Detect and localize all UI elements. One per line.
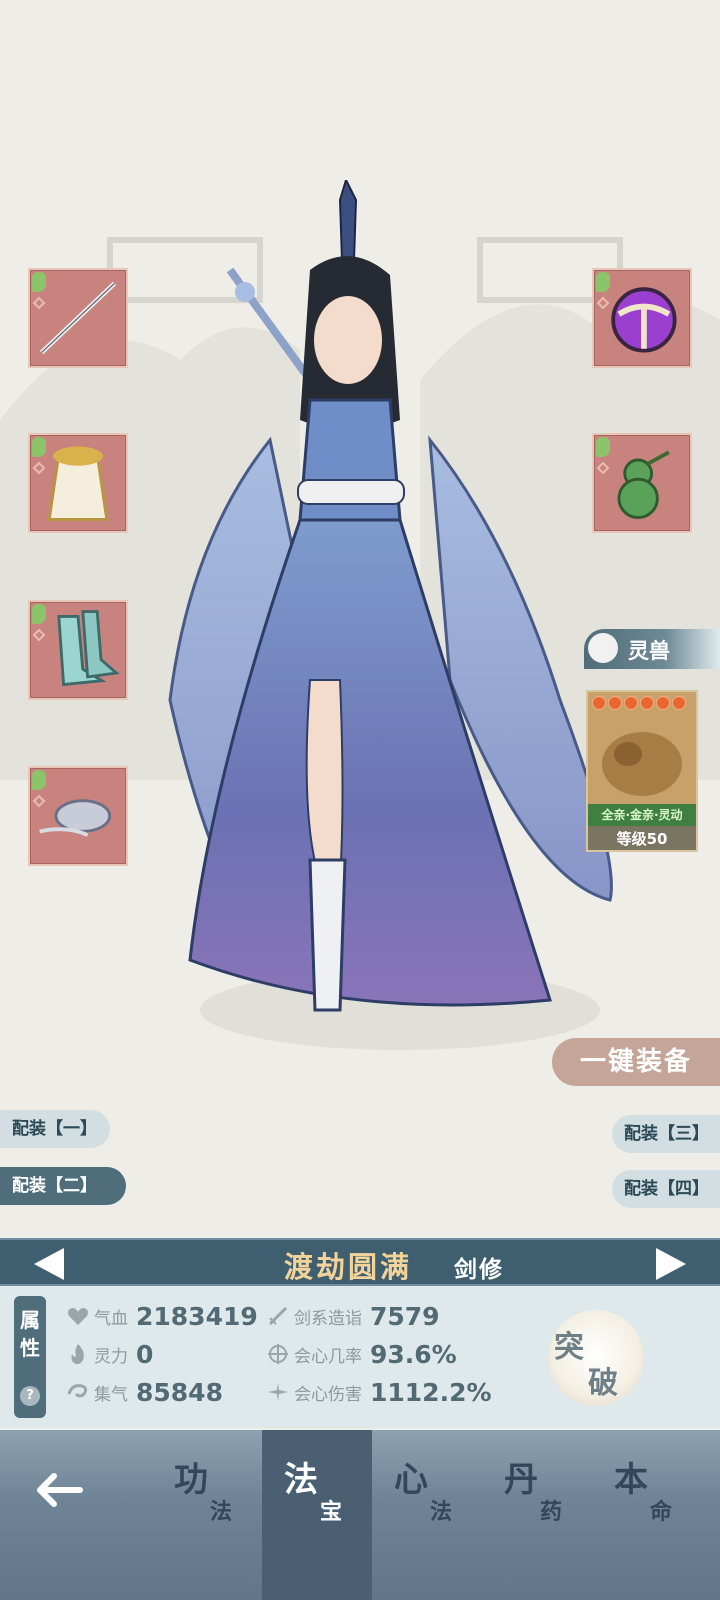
stat-hp-value: 2183419 [136,1301,258,1331]
sword-stat-icon [268,1306,288,1326]
nav-tab-pills[interactable]: 丹 药 [482,1430,592,1600]
pet-tab-label: 灵兽 [628,639,670,663]
nav-tab-small-char: 法 [210,1500,233,1525]
equip-slot-accessory[interactable] [28,766,128,866]
equip-slot-gourd[interactable] [592,433,692,533]
stat-sword-mastery-value: 7579 [370,1301,440,1331]
nav-tab-big-char: 心 [394,1460,428,1500]
stat-hp: 气血 2183419 [66,1298,258,1334]
nav-tab-big-char: 本 [614,1460,648,1500]
pet-beast-icon [588,633,618,663]
next-arrow-icon[interactable] [656,1248,686,1280]
stat-sword-mastery: 剑系造诣 7579 [266,1298,440,1334]
stat-crit-rate-value: 93.6% [370,1339,457,1369]
nav-tab-small-char: 药 [540,1500,563,1525]
nav-tab-small-char: 宝 [320,1500,343,1525]
equip-slot-weapon[interactable] [28,268,128,368]
pet-star-rating [592,696,686,710]
ornament-icon [39,799,112,837]
prev-arrow-icon[interactable] [34,1248,64,1280]
heart-icon [68,1308,88,1325]
stat-crit-rate: 会心几率 93.6% [266,1336,457,1372]
stat-gather-qi-name: 集气 [94,1384,128,1405]
nav-tab-life[interactable]: 本 命 [592,1430,702,1600]
swirl-icon [67,1384,88,1398]
attributes-tab-label: 属性 [18,1306,42,1362]
stat-crit-rate-name: 会心几率 [294,1346,362,1367]
nav-tab-small-char: 法 [430,1500,453,1525]
realm-title: 渡劫圆满 [284,1250,413,1284]
help-icon[interactable]: ? [20,1386,40,1406]
pet-tab[interactable]: 灵兽 [584,629,720,669]
purple-orb-icon [611,287,677,353]
realm-bar: 渡劫圆满 剑修 [0,1238,720,1286]
attributes-tab[interactable]: 属性 ? [14,1296,46,1418]
nav-tab-skills[interactable]: 功 法 [152,1430,262,1600]
stat-spirit-power-name: 灵力 [94,1346,128,1367]
breakthrough-char-2: 破 [588,1366,618,1401]
sword-icon [39,281,117,355]
equip-all-button[interactable]: 一键装备 [552,1038,720,1086]
star-icon [656,696,670,710]
attributes-tab-char-1: 属 [20,1308,40,1332]
stat-crit-damage-value: 1112.2% [370,1377,492,1407]
star-icon [608,696,622,710]
nav-tab-big-char: 丹 [504,1460,538,1500]
equip-slot-treasure[interactable] [592,268,692,368]
nav-tab-big-char: 功 [174,1460,208,1500]
star-icon [672,696,686,710]
robe-icon [47,446,109,521]
stat-gather-qi: 集气 85848 [66,1374,223,1410]
attributes-panel: 属性 ? 气血 2183419 灵力 0 集气 85848 剑系造诣 7579 … [0,1286,720,1428]
back-arrow-icon[interactable] [28,1460,88,1520]
stat-hp-name: 气血 [94,1308,128,1329]
character-figure [168,180,613,1012]
pet-card[interactable]: 全亲·金亲·灵动 等级50 [586,690,698,852]
target-icon [268,1344,288,1364]
loadout-three-button[interactable]: 配装【三】 [612,1115,720,1153]
bottom-nav: 功 法 法 宝 心 法 丹 药 本 命 [0,1430,720,1600]
nav-tab-big-char: 法 [284,1460,318,1500]
pet-portrait [602,732,682,796]
pet-level: 等级50 [588,826,696,850]
pet-traits: 全亲·金亲·灵动 [588,804,696,826]
loadout-four-button[interactable]: 配装【四】 [612,1170,720,1208]
boots-icon [57,610,120,687]
realm-class: 剑修 [454,1257,504,1283]
star-icon [624,696,638,710]
nav-tab-treasure[interactable]: 法 宝 [262,1430,372,1600]
breakthrough-button[interactable]: 突 破 [548,1310,644,1406]
nav-tab-small-char: 命 [650,1500,673,1525]
stat-crit-damage: 会心伤害 1112.2% [266,1374,492,1410]
star-icon [592,696,606,710]
stat-sword-mastery-name: 剑系造诣 [294,1308,362,1329]
attributes-tab-char-2: 性 [20,1336,40,1360]
gourd-icon [617,450,670,519]
nav-tab-mind[interactable]: 心 法 [372,1430,482,1600]
burst-icon [268,1382,288,1402]
loadout-one-button[interactable]: 配装【一】 [0,1110,110,1148]
stat-spirit-power-value: 0 [136,1339,154,1369]
loadout-two-button[interactable]: 配装【二】 [0,1167,126,1205]
star-icon [640,696,654,710]
stat-spirit-power: 灵力 0 [66,1336,153,1372]
stat-crit-damage-name: 会心伤害 [294,1384,362,1405]
stat-gather-qi-value: 85848 [136,1377,223,1407]
equip-slot-armor[interactable] [28,433,128,533]
flame-icon [71,1344,84,1365]
breakthrough-char-1: 突 [554,1330,584,1365]
equip-slot-boots[interactable] [28,600,128,700]
